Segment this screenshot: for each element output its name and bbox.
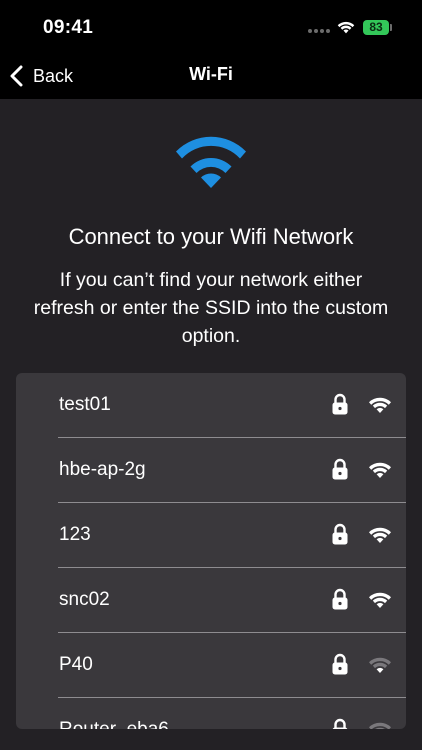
status-wifi-icon (337, 21, 355, 34)
network-row[interactable]: test01 (16, 373, 406, 438)
network-name: P40 (59, 654, 93, 675)
battery-indicator: 83 (363, 20, 389, 35)
lock-icon (332, 393, 348, 415)
network-row[interactable]: P40 (16, 633, 406, 698)
network-row[interactable]: 123 (16, 503, 406, 568)
wifi-signal-icon (369, 397, 391, 413)
network-name: 123 (59, 524, 91, 545)
wifi-signal-icon (369, 592, 391, 608)
instructions-text: If you can’t find your network either re… (33, 269, 389, 347)
wifi-signal-icon (369, 657, 391, 673)
network-name: hbe-ap-2g (59, 459, 146, 480)
lock-icon (332, 588, 348, 610)
network-name: snc02 (59, 589, 110, 610)
network-row[interactable]: snc02 (16, 568, 406, 633)
network-row[interactable]: Router_eba6 (16, 698, 406, 729)
navigation-bar: Back Wi-Fi (0, 54, 422, 99)
network-name: Router_eba6 (59, 719, 169, 729)
network-name: test01 (59, 394, 111, 415)
wifi-icon (176, 136, 246, 188)
wifi-signal-icon (369, 527, 391, 543)
battery-tip (390, 24, 392, 31)
page-title: Wi-Fi (189, 64, 233, 84)
network-row[interactable]: hbe-ap-2g (16, 438, 406, 503)
wifi-signal-icon (369, 722, 391, 729)
heading: Connect to your Wifi Network (68, 224, 354, 249)
wifi-signal-icon (369, 462, 391, 478)
network-list: test01 hbe-ap-2g 123 snc02 P40 Router_eba6 (16, 373, 406, 729)
status-time: 09:41 (43, 17, 94, 38)
lock-icon (332, 458, 348, 480)
lock-icon (332, 653, 348, 675)
cellular-signal-icon (308, 29, 330, 33)
status-bar: 09:41 83 (0, 0, 422, 54)
lock-icon (332, 523, 348, 545)
lock-icon (332, 718, 348, 729)
